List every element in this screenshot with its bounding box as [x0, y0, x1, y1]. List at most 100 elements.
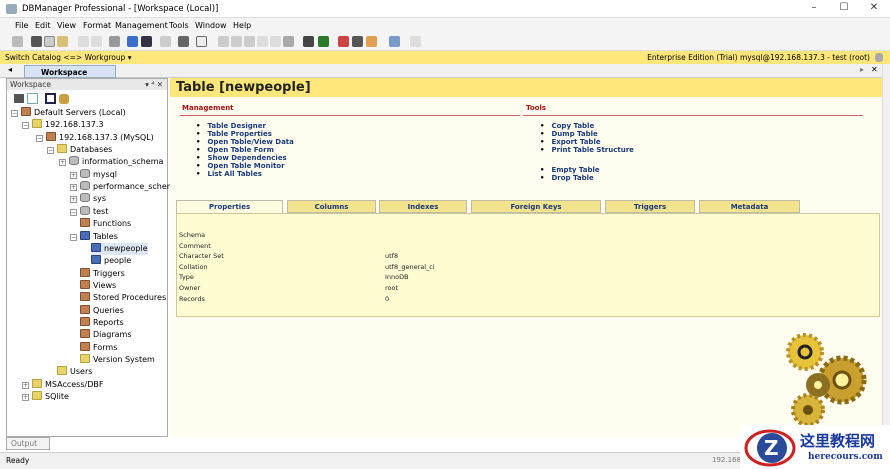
workspace-icon[interactable] — [127, 36, 138, 47]
tab-workspace-local[interactable]: Workspace (Local) — [24, 65, 116, 86]
tree-node-triggers[interactable]: Triggers — [80, 267, 125, 280]
link-open-table-view-data[interactable]: Open Table/View Data — [196, 138, 293, 146]
close-tab-icon[interactable]: ✕ — [871, 65, 878, 74]
save-icon[interactable] — [12, 36, 23, 47]
link-show-dependencies[interactable]: Show Dependencies — [196, 154, 286, 162]
tree-node-information-schema[interactable]: + information_schema — [59, 156, 163, 168]
menu-edit[interactable]: Edit — [35, 21, 51, 30]
tree-node-msaccess-dbf[interactable]: + MSAccess/DBF — [22, 378, 103, 391]
link-drop-table[interactable]: Drop Table — [540, 174, 593, 182]
delete-icon[interactable] — [109, 36, 120, 47]
tab-foreign-keys[interactable]: Foreign Keys — [471, 200, 601, 213]
tree-node-databases[interactable]: − Databases — [47, 144, 112, 156]
panel-controls[interactable]: ▾ ⁴ ✕ — [145, 80, 163, 89]
collapse-icon[interactable]: − — [36, 134, 43, 142]
refresh-icon[interactable] — [244, 36, 255, 47]
tree-node-performance-schema[interactable]: + performance_schema — [70, 181, 180, 193]
tab-metadata[interactable]: Metadata — [699, 200, 800, 213]
vertical-scrollbar[interactable] — [882, 64, 890, 437]
link-table-properties[interactable]: Table Properties — [196, 130, 271, 138]
tree-node-sqlite[interactable]: + SQlite — [22, 391, 69, 403]
menu-management[interactable]: Management — [115, 21, 168, 30]
report-icon[interactable] — [338, 36, 349, 47]
tree-node-newpeople[interactable]: newpeople — [91, 242, 148, 255]
menu-file[interactable]: File — [15, 21, 28, 30]
tab-columns[interactable]: Columns — [287, 200, 376, 213]
database-icon[interactable] — [231, 36, 242, 47]
export-icon[interactable] — [389, 36, 400, 47]
link-empty-table[interactable]: Empty Table — [540, 166, 599, 174]
scroll-left-icon[interactable]: ◂ — [8, 65, 12, 74]
tree-node-queries[interactable]: Queries — [80, 304, 124, 317]
tools-icon[interactable] — [366, 36, 377, 47]
link-print-table-structure[interactable]: Print Table Structure — [540, 146, 633, 154]
menu-window[interactable]: Window — [195, 21, 227, 30]
tree-node-192-168-137-3-mysql-[interactable]: − 192.168.137.3 (MySQL) — [36, 131, 154, 144]
tab-indexes[interactable]: Indexes — [379, 200, 467, 213]
tree-node-diagrams[interactable]: Diagrams — [80, 329, 132, 341]
collapse-icon[interactable]: − — [70, 208, 77, 216]
menu-help[interactable]: Help — [233, 21, 251, 30]
disabled-icon[interactable] — [410, 36, 421, 47]
link-table-designer[interactable]: Table Designer — [196, 122, 266, 130]
collapse-icon[interactable]: − — [70, 233, 77, 241]
db-connect-icon[interactable] — [59, 94, 69, 104]
link-copy-table[interactable]: Copy Table — [540, 122, 594, 130]
tree-node-forms[interactable]: Forms — [80, 341, 117, 354]
tree-node-views[interactable]: Views — [80, 279, 116, 292]
switch-catalog-button[interactable]: Switch Catalog <=> Workgroup ▾ — [5, 53, 132, 62]
expand-icon[interactable]: + — [22, 394, 29, 402]
tree-node-test[interactable]: − test — [70, 205, 108, 218]
expand-icon[interactable]: + — [22, 381, 29, 389]
tab-output[interactable]: Output — [6, 437, 50, 450]
tree-node-reports[interactable]: Reports — [80, 316, 124, 329]
undo-icon[interactable] — [78, 36, 89, 47]
gear-icon[interactable] — [318, 36, 329, 47]
console-icon[interactable] — [141, 36, 152, 47]
copy-icon[interactable] — [44, 36, 55, 47]
menu-format[interactable]: Format — [83, 21, 111, 30]
tree-node-sys[interactable]: + sys — [70, 193, 106, 205]
plugin-icon[interactable] — [283, 36, 294, 47]
tree-node-people[interactable]: people — [91, 255, 131, 267]
tree-node-mysql[interactable]: + mysql — [70, 168, 117, 181]
list-view-icon[interactable] — [27, 93, 38, 104]
tree-node-stored-procedures[interactable]: Stored Procedures — [80, 292, 166, 304]
tree-node-functions[interactable]: Functions — [80, 218, 131, 230]
minimize-button[interactable]: – — [800, 2, 828, 16]
star-icon[interactable] — [270, 36, 281, 47]
book-icon[interactable] — [196, 36, 207, 47]
link-open-table-monitor[interactable]: Open Table Monitor — [196, 162, 284, 170]
tree-node-version-system[interactable]: Version System — [80, 354, 155, 366]
tree-node-tables[interactable]: − Tables — [70, 230, 118, 243]
document-icon[interactable] — [160, 36, 171, 47]
tree-node-users[interactable]: Users — [57, 366, 92, 378]
grid-view-icon[interactable] — [14, 94, 24, 103]
close-button[interactable]: ✕ — [860, 2, 888, 16]
server-icon[interactable] — [218, 36, 229, 47]
scroll-right-icon[interactable]: ▸ — [860, 65, 864, 74]
collapse-icon[interactable]: − — [47, 147, 54, 155]
window-icon[interactable] — [45, 93, 56, 104]
expand-icon[interactable]: + — [59, 159, 66, 167]
link-open-table-form[interactable]: Open Table Form — [196, 146, 273, 154]
link-dump-table[interactable]: Dump Table — [540, 130, 597, 138]
print-icon[interactable] — [178, 36, 189, 47]
redo-icon[interactable] — [91, 36, 102, 47]
expand-icon[interactable]: + — [70, 171, 77, 179]
tree-node-192-168-137-3[interactable]: − 192.168.137.3 — [22, 119, 104, 131]
maximize-button[interactable]: ☐ — [830, 2, 858, 16]
form-icon[interactable] — [352, 36, 363, 47]
collapse-icon[interactable]: − — [22, 122, 29, 130]
collapse-icon[interactable]: − — [11, 110, 18, 117]
query-icon[interactable] — [303, 36, 314, 47]
tab-triggers[interactable]: Triggers — [605, 200, 695, 213]
tab-properties[interactable]: Properties — [176, 200, 283, 214]
menu-tools[interactable]: Tools — [169, 21, 189, 30]
link-icon[interactable] — [257, 36, 268, 47]
expand-icon[interactable]: + — [70, 196, 77, 204]
paste-icon[interactable] — [57, 36, 68, 47]
expand-icon[interactable]: + — [70, 184, 77, 192]
tree-node-default-servers-local-[interactable]: − Default Servers (Local) — [11, 107, 126, 119]
link-export-table[interactable]: Export Table — [540, 138, 600, 146]
